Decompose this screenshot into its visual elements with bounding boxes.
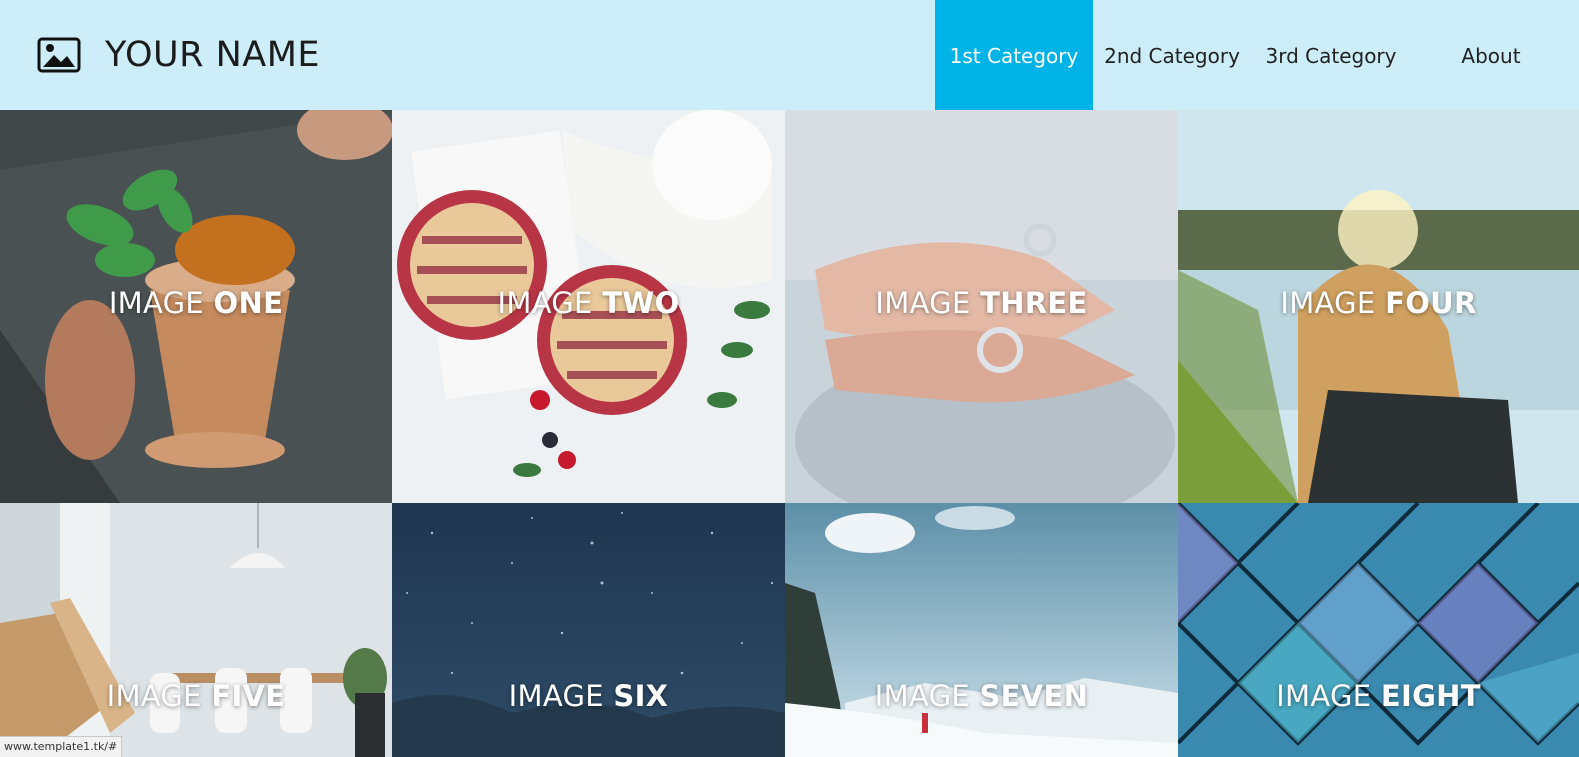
image-tile-six[interactable]: IMAGE SIX — [392, 503, 785, 757]
geometric-photo — [1178, 503, 1579, 757]
brand-name[interactable]: YOUR NAME — [105, 34, 320, 76]
mountain-photo — [785, 503, 1178, 757]
tile-title: IMAGE ONE — [108, 286, 284, 320]
image-icon[interactable] — [37, 37, 81, 73]
nav-3rd-category[interactable]: 3rd Category — [1251, 0, 1411, 110]
tile-title: IMAGE FIVE — [106, 679, 286, 713]
image-tile-seven[interactable]: IMAGE SEVEN — [785, 503, 1178, 757]
image-tile-three[interactable]: IMAGE THREE — [785, 110, 1178, 503]
image-tile-five[interactable]: IMAGE FIVE — [0, 503, 392, 757]
tile-title: IMAGE THREE — [875, 286, 1088, 320]
tile-title: IMAGE FOUR — [1280, 286, 1477, 320]
nav-1st-category[interactable]: 1st Category — [935, 0, 1093, 110]
tile-title: IMAGE SIX — [508, 679, 669, 713]
nav-2nd-category[interactable]: 2nd Category — [1093, 0, 1251, 110]
night-sky-photo — [392, 503, 785, 757]
tile-title: IMAGE EIGHT — [1276, 679, 1481, 713]
tile-title: IMAGE TWO — [497, 286, 680, 320]
image-tile-two[interactable]: IMAGE TWO — [392, 110, 785, 503]
tile-title: IMAGE SEVEN — [874, 679, 1089, 713]
nav-about[interactable]: About — [1432, 0, 1550, 110]
browser-status-bar: www.template1.tk/# — [0, 736, 123, 757]
image-tile-four[interactable]: IMAGE FOUR — [1178, 110, 1579, 503]
site-header: YOUR NAME 1st Category 2nd Category 3rd … — [0, 0, 1579, 110]
interior-photo — [0, 503, 392, 757]
image-tile-eight[interactable]: IMAGE EIGHT — [1178, 503, 1579, 757]
image-tile-one[interactable]: IMAGE ONE — [0, 110, 392, 503]
image-grid: IMAGE ONE IMAGE TWO IMAGE THREE IMAGE FO… — [0, 110, 1579, 757]
